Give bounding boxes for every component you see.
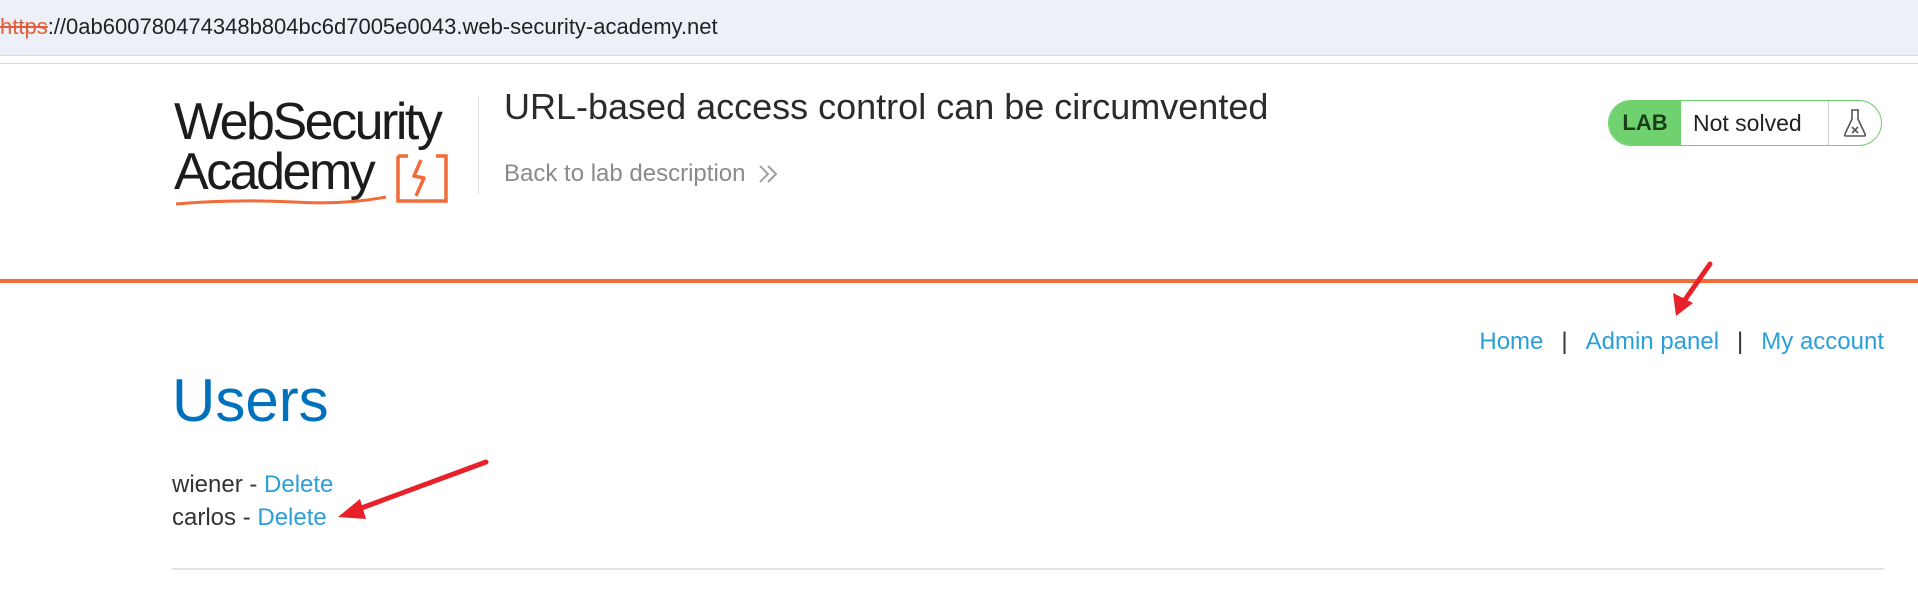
back-link-label: Back to lab description — [504, 160, 746, 187]
page-title: Users — [172, 367, 329, 434]
user-name: carlos — [172, 504, 237, 531]
lab-status-text: Not solved — [1681, 101, 1829, 145]
user-dash: - — [242, 471, 265, 498]
logo-mark-icon — [175, 154, 448, 206]
nav-admin-panel-link[interactable]: Admin panel — [1586, 328, 1719, 356]
nav-separator: | — [1561, 328, 1568, 355]
user-list: wiener - Delete carlos - Delete — [172, 468, 333, 534]
top-nav: Home | Admin panel | My account — [1479, 328, 1884, 356]
url-scheme: https — [0, 14, 48, 39]
user-name: wiener — [172, 471, 243, 498]
address-bar[interactable]: https://0ab600780474348b804bc6d7005e0043… — [0, 0, 1918, 56]
user-row-carlos: carlos - Delete — [172, 501, 333, 534]
delete-carlos-link[interactable]: Delete — [257, 504, 326, 531]
header-divider — [0, 63, 1918, 64]
double-chevron-right-icon — [759, 165, 778, 183]
nav-separator: | — [1737, 328, 1744, 355]
nav-home-link[interactable]: Home — [1479, 328, 1543, 356]
user-row-wiener: wiener - Delete — [172, 468, 333, 501]
accent-bar — [0, 279, 1918, 283]
url-host: ://0ab600780474348b804bc6d7005e0043.web-… — [47, 14, 718, 39]
arrow-to-delete-carlos-icon — [338, 459, 489, 519]
back-to-lab-link[interactable]: Back to lab description — [504, 160, 779, 188]
nav-my-account-link[interactable]: My account — [1761, 328, 1884, 356]
logo-separator — [478, 96, 479, 194]
lab-status-badge: LAB Not solved — [1608, 100, 1882, 146]
delete-wiener-link[interactable]: Delete — [264, 471, 333, 498]
lab-title: URL-based access control can be circumve… — [504, 86, 1269, 127]
user-dash: - — [236, 504, 258, 531]
arrow-to-admin-panel-icon — [1673, 261, 1713, 316]
academy-logo[interactable]: WebSecurity Academy — [174, 96, 474, 206]
flask-icon — [1829, 101, 1881, 145]
lab-label: LAB — [1609, 101, 1681, 145]
url-text[interactable]: https://0ab600780474348b804bc6d7005e0043… — [0, 14, 718, 40]
footer-divider — [172, 568, 1884, 570]
